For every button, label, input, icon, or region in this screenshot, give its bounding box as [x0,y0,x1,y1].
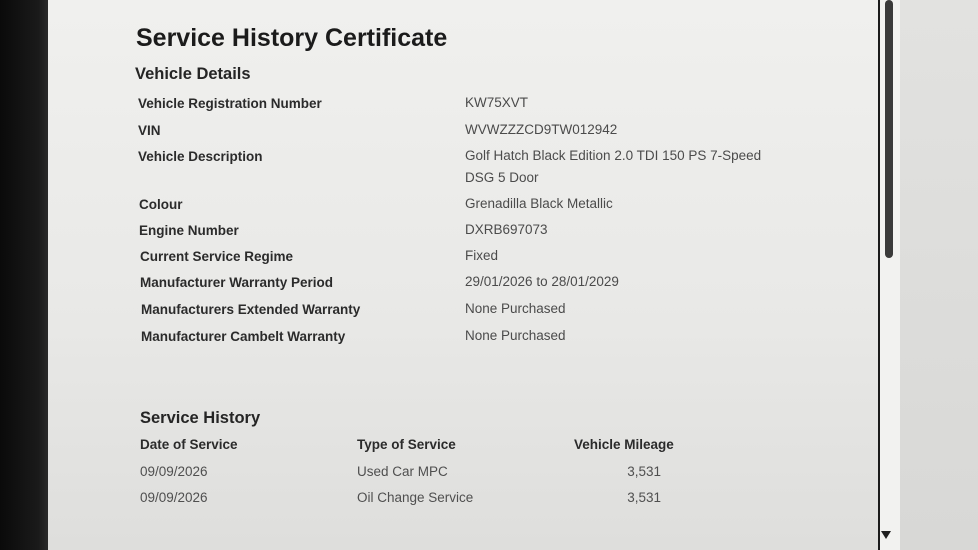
column-header-date: Date of Service [140,437,238,452]
detail-value-cambelt-warranty: None Purchased [465,328,566,343]
detail-value-vin: WVWZZZCD9TW012942 [465,122,618,137]
service-type: Oil Change Service [357,490,474,505]
column-header-type: Type of Service [357,437,456,452]
service-date: 09/09/2026 [140,490,208,505]
service-date: 09/09/2026 [140,464,208,479]
detail-value-service-regime: Fixed [465,248,499,263]
detail-value-description-line2: DSG 5 Door [465,170,539,185]
detail-label-registration: Vehicle Registration Number [138,96,322,111]
detail-label-cambelt-warranty: Manufacturer Cambelt Warranty [141,329,346,344]
screen-bezel-left [0,0,48,550]
service-history-heading: Service History [140,409,261,427]
service-mileage: 3,531 [627,490,661,505]
detail-label-engine-number: Engine Number [139,223,239,238]
scrollbar-thumb[interactable] [885,0,893,258]
detail-label-extended-warranty: Manufacturers Extended Warranty [141,302,361,317]
column-header-mileage: Vehicle Mileage [574,437,674,452]
detail-value-colour: Grenadilla Black Metallic [465,196,613,211]
detail-value-engine-number: DXRB697073 [465,222,548,237]
detail-value-description-line1: Golf Hatch Black Edition 2.0 TDI 150 PS … [465,148,762,163]
document-viewport[interactable]: Service History Certificate Vehicle Deta… [48,0,878,550]
detail-value-extended-warranty: None Purchased [465,301,566,316]
detail-label-colour: Colour [139,197,183,212]
detail-label-service-regime: Current Service Regime [140,249,294,264]
detail-label-vin: VIN [138,123,161,138]
detail-label-description: Vehicle Description [138,149,263,164]
detail-value-warranty-period: 29/01/2026 to 28/01/2029 [465,274,619,289]
service-mileage: 3,531 [627,464,661,479]
detail-value-registration: KW75XVT [465,95,529,110]
detail-label-warranty-period: Manufacturer Warranty Period [140,275,334,290]
service-type: Used Car MPC [357,464,448,479]
scroll-down-arrow-icon[interactable] [881,531,891,539]
page-title: Service History Certificate [136,24,448,52]
vehicle-details-heading: Vehicle Details [135,65,251,83]
